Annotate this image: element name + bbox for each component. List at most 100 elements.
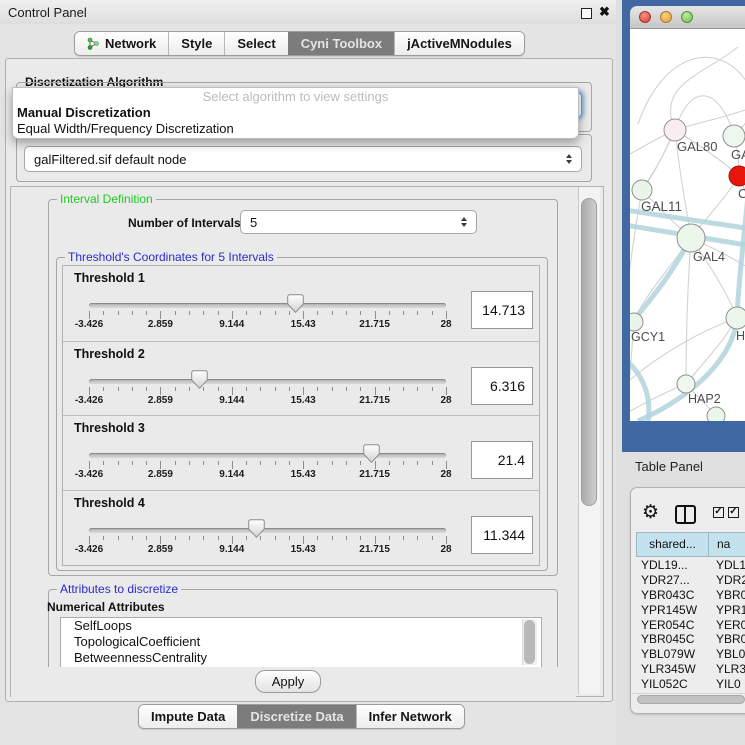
gear-icon[interactable]: ⚙: [642, 501, 659, 524]
slider-track[interactable]: [89, 528, 446, 533]
table-panel-title: Table Panel: [635, 459, 703, 474]
thresholds-group-label: Threshold's Coordinates for 5 Intervals: [65, 250, 277, 264]
table-row[interactable]: YLR345WYLR3: [636, 662, 745, 677]
column-header-name[interactable]: na: [708, 532, 745, 557]
tab-label: Cyni Toolbox: [301, 36, 382, 51]
table-row[interactable]: YDL19...YDL1: [636, 558, 745, 573]
horizontal-scrollbar-thumb[interactable]: [637, 695, 745, 704]
cell-shared-name: YBR043C: [636, 588, 708, 603]
threshold-label: Threshold 1: [74, 271, 145, 285]
tab-jactivemnodules[interactable]: jActiveMNodules: [394, 32, 524, 55]
control-panel-titlebar: Control Panel ✖: [0, 0, 616, 24]
numerical-attributes-list[interactable]: SelfLoopsTopologicalCoefficientBetweenne…: [60, 617, 542, 669]
tab-label: Style: [181, 36, 212, 51]
slider-track[interactable]: [89, 379, 446, 384]
checkbox-icon[interactable]: ✓: [713, 507, 724, 518]
network-icon: [87, 37, 100, 50]
cell-shared-name: YDL19...: [636, 558, 708, 573]
tab-label: Select: [237, 36, 275, 51]
network-node[interactable]: [664, 119, 686, 141]
column-header-shared[interactable]: shared...: [636, 532, 709, 557]
attribute-item-selfloops[interactable]: SelfLoops: [61, 618, 541, 634]
cell-shared-name: YPR145W: [636, 603, 708, 618]
tab-select[interactable]: Select: [224, 32, 287, 55]
slider-tick-labels: -3.4262.8599.14415.4321.71528: [89, 395, 446, 407]
right-region: GAL80GACGAL11GAL4GCY1HHAP2 Table Panel ⚙…: [616, 0, 745, 745]
panel-title: Control Panel: [8, 5, 87, 20]
vertical-scrollbar-thumb[interactable]: [581, 198, 597, 506]
table-row[interactable]: YBR043CYBR0: [636, 588, 745, 603]
table-row[interactable]: YIL052CYIL0: [636, 677, 745, 692]
split-columns-icon[interactable]: [675, 505, 696, 524]
tab-style[interactable]: Style: [168, 32, 224, 55]
network-node[interactable]: [677, 375, 695, 393]
cell-shared-name: YBR045C: [636, 632, 708, 647]
threshold-value-box[interactable]: 11.344: [471, 516, 533, 554]
algorithm-option-manual-discretization[interactable]: Manual Discretization: [13, 105, 578, 121]
node-label-c: C: [738, 186, 745, 201]
network-node[interactable]: [630, 313, 643, 331]
network-node[interactable]: [726, 307, 745, 329]
number-of-intervals-label: Number of Intervals: [128, 216, 241, 230]
cell-name: YBR0: [708, 588, 745, 603]
cell-name: YBR0: [708, 632, 745, 647]
tab-label: Discretize Data: [250, 709, 343, 724]
attribute-item-topologicalcoefficient[interactable]: TopologicalCoefficient: [61, 634, 541, 650]
threshold-label: Threshold 2: [74, 347, 145, 361]
table-row[interactable]: YBL079WYBL0: [636, 647, 745, 662]
thresholds-stack: Threshold 1 -3.4262.8599.14415.4321.7152…: [62, 265, 540, 566]
threshold-value-box[interactable]: 14.713: [471, 291, 533, 329]
table-data-value: galFiltered.sif default node: [34, 152, 186, 167]
close-traffic-light-icon[interactable]: [639, 11, 651, 23]
slider-tick-labels: -3.4262.8599.14415.4321.71528: [89, 469, 446, 481]
minimize-traffic-light-icon[interactable]: [660, 11, 672, 23]
node-label-hap2: HAP2: [688, 392, 721, 406]
threshold-value-box[interactable]: 6.316: [471, 367, 533, 405]
attribute-item-betweennesscentrality[interactable]: BetweennessCentrality: [61, 650, 541, 666]
table-data-combobox[interactable]: galFiltered.sif default node: [24, 146, 582, 172]
network-node[interactable]: [723, 125, 745, 147]
cell-shared-name: YDR27...: [636, 573, 708, 588]
top-tab-bar: Network Style Select Cyni Toolbox jActiveMNo…: [74, 31, 525, 56]
numerical-attributes-label: Numerical Attributes: [47, 600, 165, 614]
algorithm-option-equal-width-frequency-discretization[interactable]: Equal Width/Frequency Discretization: [13, 121, 578, 137]
network-nodes[interactable]: [630, 119, 745, 421]
close-icon[interactable]: ✖: [599, 4, 610, 20]
tab-cyni-toolbox[interactable]: Cyni Toolbox: [288, 32, 394, 55]
tab-infer-network[interactable]: Infer Network: [356, 705, 464, 728]
cell-name: YER0: [708, 618, 745, 633]
attributes-group-label: Attributes to discretize: [57, 582, 181, 596]
table-row[interactable]: YDR27...YDR2: [636, 573, 745, 588]
table-rows: YDL19...YDL1YDR27...YDR2YBR043CYBR0YPR14…: [636, 558, 745, 692]
zoom-traffic-light-icon[interactable]: [681, 11, 693, 23]
cell-name: YPR1: [708, 603, 745, 618]
network-node[interactable]: [677, 224, 705, 252]
table-row[interactable]: YPR145WYPR1: [636, 603, 745, 618]
network-node[interactable]: [729, 166, 745, 186]
table-row[interactable]: YER054CYER0: [636, 618, 745, 633]
network-node[interactable]: [632, 180, 652, 200]
table-row[interactable]: YBR045CYBR0: [636, 632, 745, 647]
popup-hint: Select algorithm to view settings: [13, 88, 578, 105]
slider-track[interactable]: [89, 453, 446, 458]
slider-track[interactable]: [89, 303, 446, 308]
tab-discretize-data[interactable]: Discretize Data: [237, 705, 355, 728]
threshold-value-box[interactable]: 21.4: [471, 441, 533, 479]
node-label-ga: GA: [731, 147, 745, 162]
checkbox-icon[interactable]: ✓: [728, 507, 739, 518]
threshold-block: Threshold 2 -3.4262.8599.14415.4321.7152…: [63, 341, 539, 416]
network-view-canvas[interactable]: GAL80GACGAL11GAL4GCY1HHAP2: [630, 29, 745, 421]
popup-options: Manual DiscretizationEqual Width/Frequen…: [13, 105, 578, 137]
apply-button[interactable]: Apply: [255, 670, 321, 693]
attributes-scrollbar-thumb[interactable]: [524, 620, 535, 664]
tab-network[interactable]: Network: [75, 32, 168, 55]
node-label-gal80: GAL80: [677, 139, 717, 154]
tab-impute-data[interactable]: Impute Data: [139, 705, 237, 728]
network-node[interactable]: [707, 407, 725, 421]
cell-shared-name: YLR345W: [636, 662, 708, 677]
number-of-intervals-combobox[interactable]: 5: [240, 210, 477, 234]
network-window-titlebar[interactable]: [630, 6, 745, 29]
combo-arrows-icon: [461, 217, 467, 227]
float-window-icon[interactable]: [581, 8, 592, 19]
tab-label: jActiveMNodules: [407, 36, 512, 51]
